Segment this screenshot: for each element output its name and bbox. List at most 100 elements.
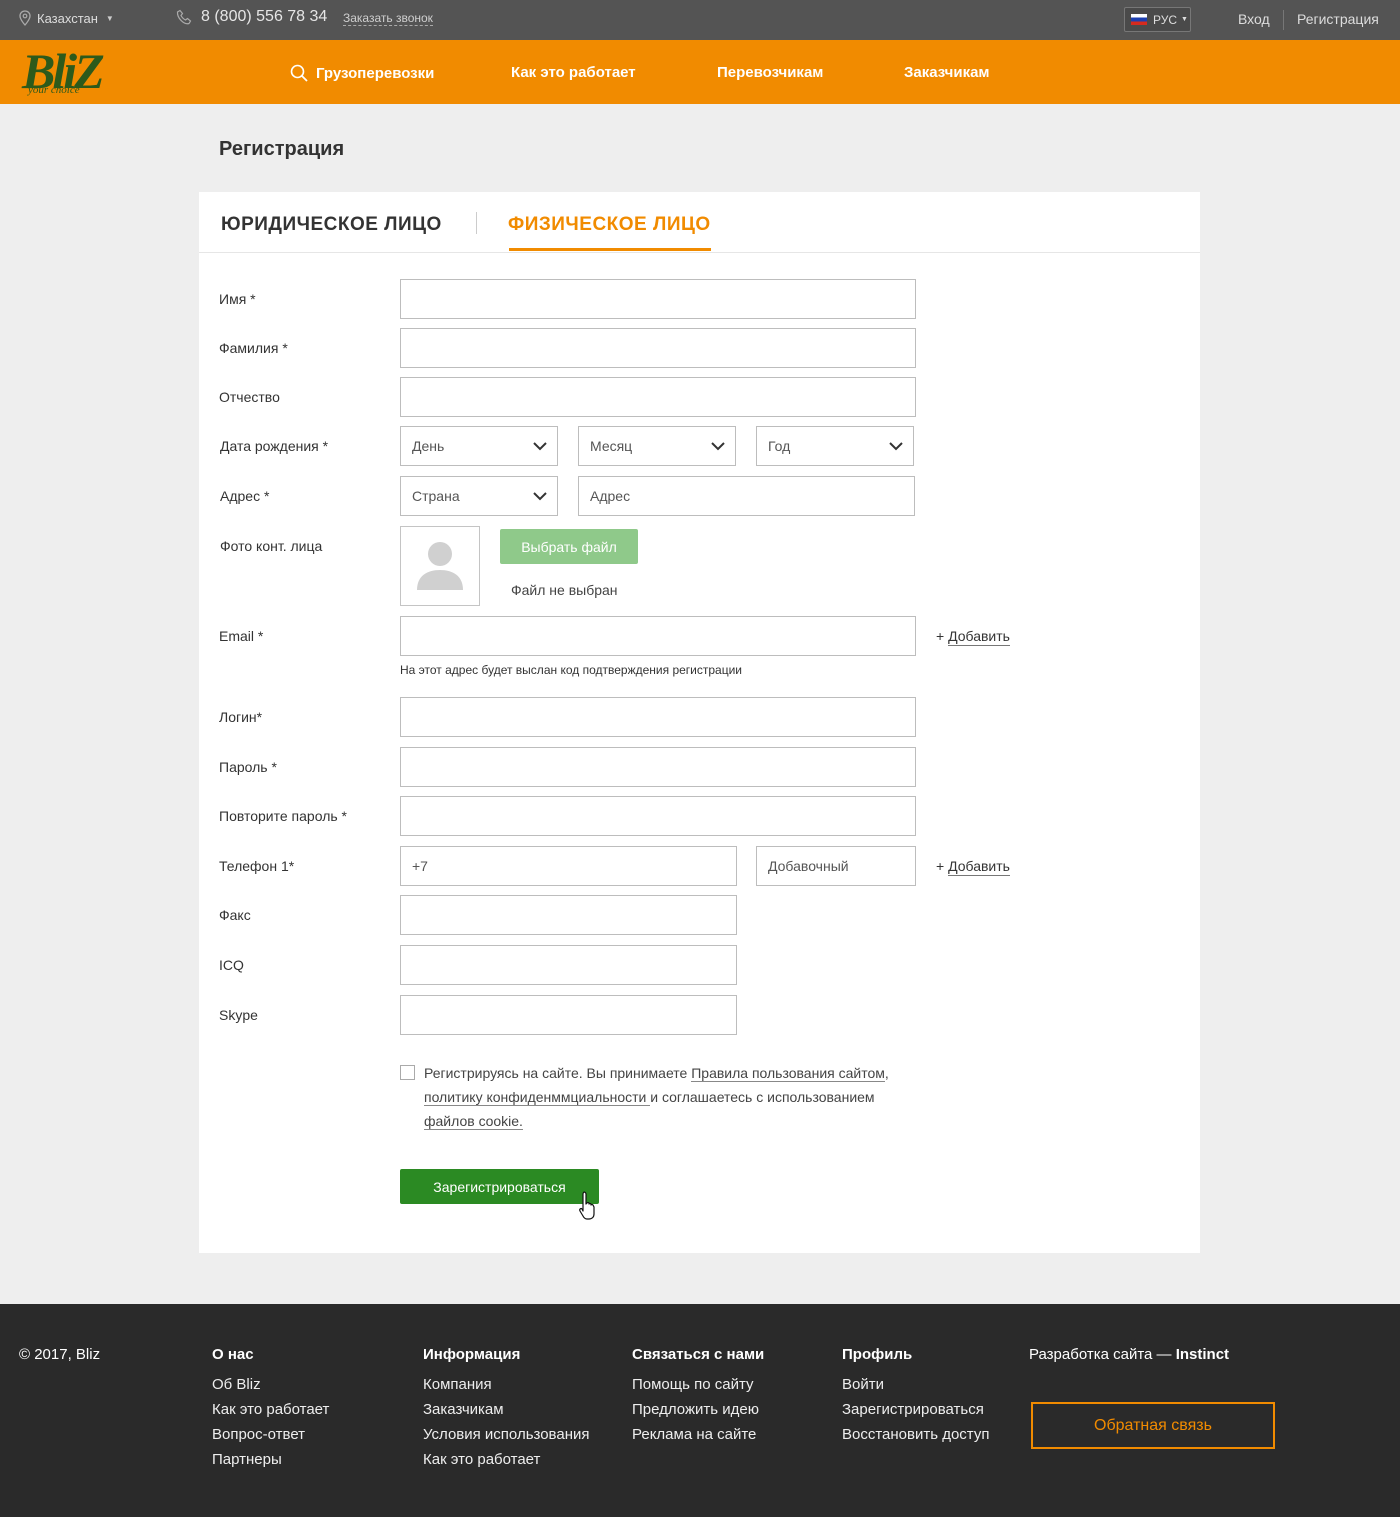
feedback-button[interactable]: Обратная связь (1031, 1402, 1275, 1449)
footer-column-title: Профиль (842, 1346, 913, 1363)
email-label: Email * (219, 628, 264, 644)
agreement-text-part: , (884, 1065, 889, 1081)
footer-link[interactable]: Как это работает (212, 1401, 329, 1418)
birth-month-value: Месяц (590, 438, 633, 454)
chevron-down-icon (533, 491, 547, 500)
developer-prefix: Разработка сайта — (1029, 1346, 1176, 1363)
footer-link[interactable]: Войти (842, 1376, 884, 1393)
footer-link[interactable]: Партнеры (212, 1451, 282, 1468)
fax-input[interactable] (400, 895, 737, 935)
cookie-policy-link[interactable]: файлов cookie. (424, 1113, 523, 1130)
icq-input[interactable] (400, 945, 737, 985)
chevron-down-icon (533, 441, 547, 450)
phone-label: 8 (800) 556 78 34 (201, 8, 328, 25)
callback-link[interactable]: Заказать звонок (343, 12, 433, 26)
russia-flag-icon (1131, 14, 1147, 25)
agreement-text-part: Регистрируясь на сайте. Вы принимаете (424, 1065, 692, 1081)
phone-label: Телефон 1* (219, 858, 295, 874)
chevron-down-icon (889, 441, 903, 450)
footer-link[interactable]: Об Bliz (212, 1376, 261, 1393)
site-logo[interactable]: BliZ your choice (22, 43, 122, 100)
phone-extension-input[interactable]: Добавочный (756, 846, 916, 886)
tab-individual[interactable]: ФИЗИЧЕСКОЕ ЛИЦО (508, 214, 711, 236)
footer-link[interactable]: Вопрос-ответ (212, 1426, 305, 1443)
agreement-checkbox[interactable] (400, 1065, 415, 1080)
developer-link[interactable]: Instinct (1176, 1346, 1229, 1363)
logo-tagline: your choice (28, 84, 80, 96)
address-placeholder: Адрес (590, 488, 631, 504)
terms-link[interactable]: Правила пользования сайтом (691, 1065, 885, 1082)
birth-date-label: Дата рождения * (220, 438, 329, 454)
add-phone-link[interactable]: + Добавить (936, 858, 1010, 876)
country-value: Страна (412, 488, 460, 504)
patronymic-label: Отчество (219, 389, 280, 405)
hand-cursor-icon (579, 1191, 595, 1220)
copyright: © 2017, Bliz (19, 1346, 101, 1363)
privacy-policy-link[interactable]: политику конфиденммциальности (424, 1089, 651, 1106)
password-repeat-input[interactable] (400, 796, 916, 836)
photo-label: Фото конт. лица (220, 538, 323, 554)
register-submit-button[interactable]: Зарегистрироваться (400, 1169, 599, 1204)
agreement-text-part: и соглашаетесь с использованием (650, 1089, 875, 1105)
fax-label: Факс (219, 907, 251, 923)
footer-link[interactable]: Заказчикам (423, 1401, 504, 1418)
birth-month-select[interactable]: Месяц (578, 426, 736, 466)
agreement-text: Регистрируясь на сайте. Вы принимаете Пр… (424, 1061, 904, 1133)
add-email-link[interactable]: + Добавить (936, 628, 1010, 646)
footer-link[interactable]: Как это работает (423, 1451, 540, 1468)
chevron-down-icon: ▼ (1181, 16, 1188, 23)
chevron-down-icon: ▼ (105, 13, 114, 23)
first-name-label: Имя * (219, 291, 256, 307)
footer-link[interactable]: Реклама на сайте (632, 1426, 756, 1443)
avatar-placeholder (400, 526, 480, 606)
footer-link[interactable]: Условия использования (423, 1426, 590, 1443)
add-phone-link-text: Добавить (948, 858, 1010, 876)
country-select[interactable]: Страна (400, 476, 558, 516)
footer-column-title: Информация (423, 1346, 521, 1363)
tab-legal-entity[interactable]: ЮРИДИЧЕСКОЕ ЛИЦО (221, 214, 442, 236)
choose-file-button[interactable]: Выбрать файл (500, 529, 638, 564)
last-name-label: Фамилия * (219, 340, 288, 356)
login-input[interactable] (400, 697, 916, 737)
search-icon (290, 64, 308, 82)
language-selector[interactable]: РУС ▼ (1124, 7, 1191, 32)
registration-card: ЮРИДИЧЕСКОЕ ЛИЦО ФИЗИЧЕСКОЕ ЛИЦО Имя * Ф… (199, 192, 1200, 1253)
city-selector[interactable]: Казахстан ▼ (18, 10, 114, 26)
city-label: Казахстан (37, 10, 98, 26)
skype-label: Skype (219, 1007, 258, 1023)
footer-link[interactable]: Зарегистрироваться (842, 1401, 984, 1418)
file-status: Файл не выбран (511, 582, 618, 598)
email-input[interactable] (400, 616, 916, 656)
divider (1283, 10, 1284, 30)
birth-day-select[interactable]: День (400, 426, 558, 466)
nav-how-it-works[interactable]: Как это работает (511, 64, 636, 81)
nav-cargo[interactable]: Грузоперевозки (290, 64, 434, 82)
chevron-down-icon (711, 441, 725, 450)
patronymic-input[interactable] (400, 377, 916, 417)
birth-year-select[interactable]: Год (756, 426, 914, 466)
site-footer: © 2017, Bliz О нас Об Bliz Как это работ… (0, 1304, 1400, 1517)
password-input[interactable] (400, 747, 916, 787)
phone-value: +7 (412, 858, 428, 874)
active-tab-indicator (509, 248, 711, 251)
register-link[interactable]: Регистрация (1297, 11, 1379, 27)
nav-customers[interactable]: Заказчикам (904, 64, 990, 81)
skype-input[interactable] (400, 995, 737, 1035)
phone-input[interactable]: +7 (400, 846, 737, 886)
developer-credit: Разработка сайта — Instinct (1029, 1346, 1229, 1363)
login-link[interactable]: Вход (1238, 11, 1270, 27)
main-header: BliZ your choice Грузоперевозки Как это … (0, 40, 1400, 104)
first-name-input[interactable] (400, 279, 916, 319)
footer-column-title: Связаться с нами (632, 1346, 765, 1363)
birth-day-value: День (412, 438, 445, 454)
last-name-input[interactable] (400, 328, 916, 368)
password-label: Пароль * (219, 759, 277, 775)
footer-link[interactable]: Помощь по сайту (632, 1376, 754, 1393)
footer-link[interactable]: Предложить идею (632, 1401, 759, 1418)
address-label: Адрес * (220, 488, 270, 504)
phone-number[interactable]: 8 (800) 556 78 34 (176, 8, 327, 26)
footer-link[interactable]: Восстановить доступ (842, 1426, 989, 1443)
nav-carriers[interactable]: Перевозчикам (717, 64, 823, 81)
address-input[interactable]: Адрес (578, 476, 915, 516)
footer-link[interactable]: Компания (423, 1376, 492, 1393)
